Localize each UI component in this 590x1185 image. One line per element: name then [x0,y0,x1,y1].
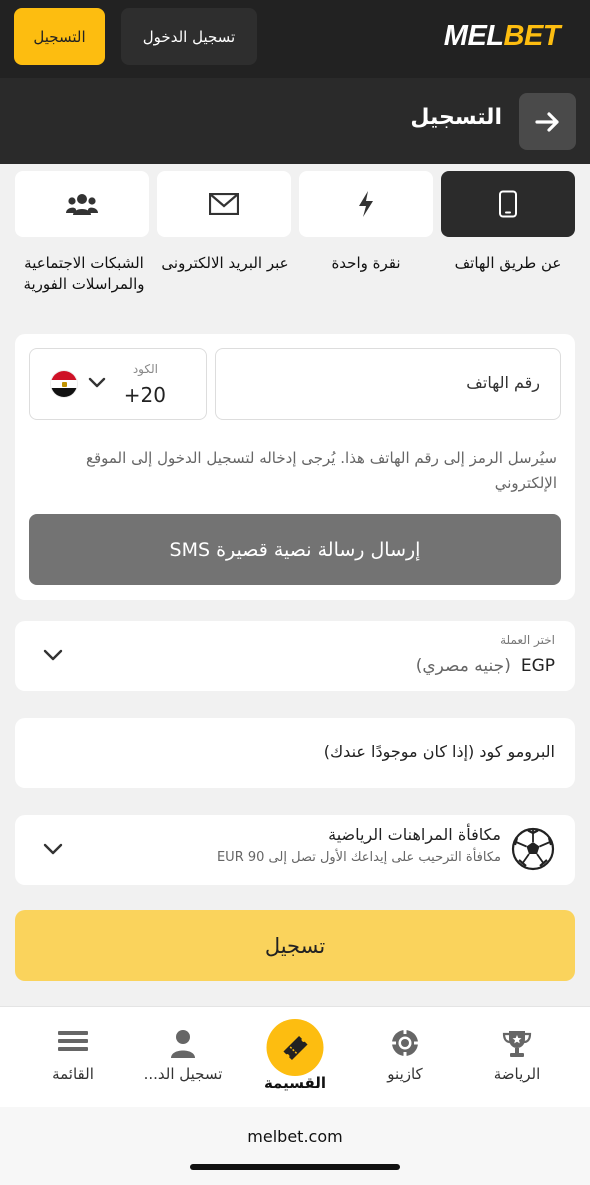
ticket-icon [282,1035,308,1060]
browser-url-bar[interactable]: melbet.com [0,1107,590,1185]
envelope-icon [209,193,239,215]
coupon-button[interactable] [266,1019,324,1076]
casino-chip-icon [392,1030,418,1056]
tab-social-label: الشبكات الاجتماعية والمراسلات الفورية [23,254,145,293]
nav-sports[interactable]: الرياضة [458,1007,576,1108]
phone-number-input[interactable]: رقم الهاتف [215,348,561,420]
chevron-down-icon [43,843,63,855]
bonus-subtitle: مكافأة الترحيب على إيداعك الأول تصل إلى … [216,850,501,865]
chevron-down-icon [43,649,63,661]
nav-coupon-label: القسيمة [263,1074,327,1092]
currency-select[interactable]: اختر العملة EGP(جنيه مصري) [15,621,575,691]
lightning-icon [359,191,373,217]
tab-email[interactable] [157,171,291,237]
promo-code-input[interactable]: البرومو كود (إذا كان موجودًا عندك) [15,718,575,788]
tab-one-click-label: نقرة واحدة [331,254,401,272]
login-button[interactable]: تسجيل الدخول [121,8,257,65]
top-bar: التسجيل تسجيل الدخول MELBET [0,0,590,78]
nav-casino-label: كازينو [387,1065,423,1083]
submit-register-button[interactable]: تسجيل [15,910,575,981]
melbet-logo[interactable]: MELBET [444,20,561,53]
page-title: التسجيل [410,105,502,130]
country-code-select[interactable]: الكود +20 [29,348,207,420]
hamburger-menu-icon [58,1031,88,1051]
country-code-label: الكود [132,362,158,376]
bonus-title: مكافأة المراهنات الرياضية [328,825,501,844]
nav-sports-label: الرياضة [493,1065,541,1083]
tab-phone-label: عن طريق الهاتف [454,254,562,272]
promo-code-placeholder: البرومو كود (إذا كان موجودًا عندك) [323,742,555,761]
bottom-navigation: الرياضة كازينو القسيمة تسجيل الد... القا… [0,1006,590,1107]
phone-form-card: الكود +20 رقم الهاتف سيُرسل الرمز إلى رق… [15,334,575,600]
arrow-right-icon [534,111,559,132]
currency-label: اختر العملة [500,633,555,647]
trophy-icon [502,1031,532,1057]
tab-email-label: عبر البريد الالكترونى [161,254,289,272]
nav-coupon[interactable]: القسيمة [236,1007,354,1108]
country-code-value: +20 [123,383,166,407]
sms-notice-text: سيُرسل الرمز إلى رقم الهاتف هذا. يُرجى إ… [85,449,557,492]
phone-number-placeholder: رقم الهاتف [466,373,540,392]
back-button[interactable] [519,93,576,150]
page-header: التسجيل [0,78,590,164]
soccer-ball-icon [511,827,555,871]
nav-login-label: تسجيل الد... [143,1065,223,1083]
users-icon [66,194,98,215]
user-icon [171,1030,195,1058]
home-indicator[interactable] [190,1164,400,1170]
nav-casino[interactable]: كازينو [346,1007,464,1108]
url-text[interactable]: melbet.com [0,1127,590,1146]
egypt-flag-icon [50,370,78,398]
nav-login[interactable]: تسجيل الد... [124,1007,242,1108]
register-button[interactable]: التسجيل [14,8,105,65]
nav-menu-label: القائمة [52,1065,94,1083]
send-sms-button[interactable]: إرسال رسالة نصية قصيرة SMS [29,514,561,585]
bonus-select[interactable]: مكافأة المراهنات الرياضية مكافأة الترحيب… [15,815,575,885]
chevron-down-icon [88,377,106,388]
phone-icon [499,190,517,218]
tab-phone[interactable] [441,171,575,237]
tab-social[interactable] [15,171,149,237]
tab-one-click[interactable] [299,171,433,237]
currency-value: EGP(جنيه مصري) [415,656,555,676]
nav-menu[interactable]: القائمة [14,1007,132,1108]
